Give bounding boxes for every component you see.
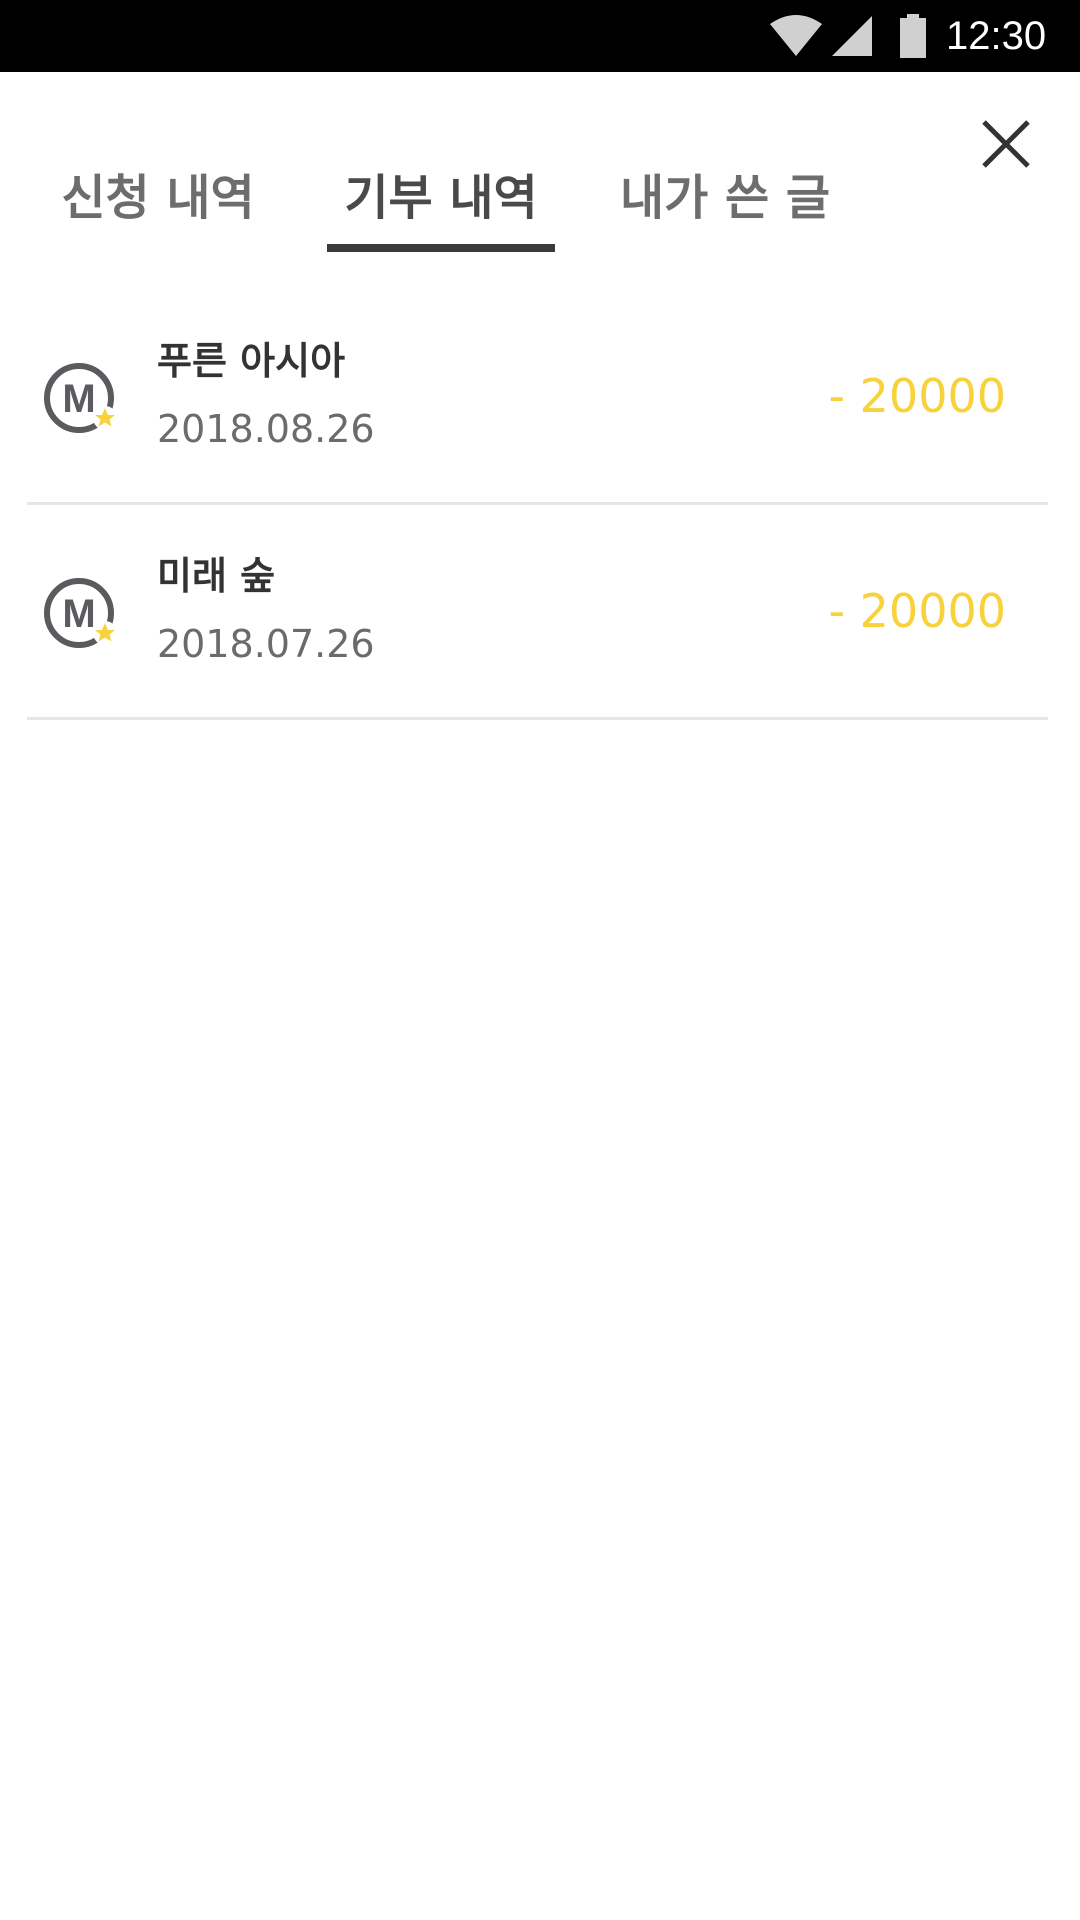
donation-name: 미래 숲: [157, 554, 276, 598]
m-star-logo-icon: M: [43, 360, 119, 436]
svg-text:M: M: [62, 377, 95, 421]
tab-applications[interactable]: 신청 내역: [58, 160, 258, 254]
donation-name: 푸른 아시아: [157, 339, 346, 383]
battery-icon: [898, 14, 928, 62]
m-star-logo-icon: M: [43, 575, 119, 651]
tab-label: 기부 내역: [344, 170, 538, 226]
tab-label: 내가 쓴 글: [620, 170, 831, 226]
tab-label: 신청 내역: [61, 170, 255, 226]
donation-date: 2018.08.26: [157, 407, 375, 451]
cell-signal-icon: [830, 14, 874, 62]
wifi-icon: [768, 14, 824, 62]
tab-donations[interactable]: 기부 내역: [327, 160, 555, 254]
donation-amount: - 20000: [828, 369, 1006, 423]
donation-date: 2018.07.26: [157, 622, 375, 666]
svg-text:M: M: [62, 592, 95, 636]
active-tab-indicator: [327, 244, 555, 252]
status-bar: 12:30: [0, 0, 1080, 72]
donation-amount: - 20000: [828, 584, 1006, 638]
status-time: 12:30: [946, 14, 1047, 58]
tab-my-posts[interactable]: 내가 쓴 글: [620, 160, 830, 254]
tab-bar: 신청 내역 기부 내역 내가 쓴 글: [0, 160, 1080, 254]
donation-list: M 푸른 아시아 2018.08.26 - 20000 M 미래 숲 2018.…: [27, 290, 1048, 720]
list-item[interactable]: M 미래 숲 2018.07.26 - 20000: [27, 505, 1048, 720]
list-item[interactable]: M 푸른 아시아 2018.08.26 - 20000: [27, 290, 1048, 505]
